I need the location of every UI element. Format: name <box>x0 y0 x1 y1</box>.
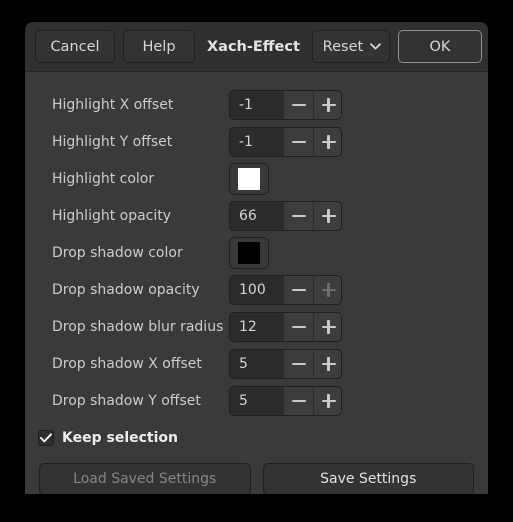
minus-icon <box>291 209 306 223</box>
dialog-title: Xach-Effect <box>207 38 300 55</box>
spin-value-input[interactable]: 100 <box>230 275 283 304</box>
spin-decrement-button[interactable] <box>283 349 313 378</box>
minus-icon <box>291 357 306 371</box>
load-saved-settings-button[interactable]: Load Saved Settings <box>39 463 251 494</box>
spin-value-input[interactable]: 12 <box>230 312 283 341</box>
plus-icon <box>321 97 336 112</box>
setting-row: Drop shadow Y offset 5 <box>39 382 474 419</box>
load-saved-settings-label: Load Saved Settings <box>73 471 217 487</box>
plus-icon <box>321 356 336 371</box>
spin-value-input[interactable]: -1 <box>230 127 283 156</box>
setting-row: Drop shadow blur radius 12 <box>39 308 474 345</box>
setting-row: Highlight Y offset -1 <box>39 123 474 160</box>
chevron-down-icon <box>370 43 382 50</box>
spin-value-input[interactable]: 5 <box>230 349 283 378</box>
color-swatch <box>238 241 260 264</box>
bottom-actions: Load Saved Settings Save Settings <box>25 453 488 494</box>
plus-icon <box>321 393 336 408</box>
spin-button: 100 <box>229 274 342 305</box>
spin-button: 5 <box>229 348 342 379</box>
spin-decrement-button[interactable] <box>283 127 313 156</box>
spin-value-input[interactable]: 66 <box>230 201 283 230</box>
setting-label: Drop shadow X offset <box>52 355 202 372</box>
spin-increment-button[interactable] <box>313 90 341 119</box>
color-swatch-button[interactable] <box>229 236 269 269</box>
spin-value-input[interactable]: -1 <box>230 90 283 119</box>
spin-increment-button[interactable] <box>313 201 341 230</box>
setting-row: Drop shadow color <box>39 234 474 271</box>
setting-label: Highlight opacity <box>52 207 172 224</box>
plus-icon <box>321 319 336 334</box>
spin-decrement-button[interactable] <box>283 386 313 415</box>
spin-button: -1 <box>229 126 342 157</box>
minus-icon <box>291 394 306 408</box>
spin-increment-button <box>313 275 341 304</box>
setting-row: Highlight color <box>39 160 474 197</box>
spin-increment-button[interactable] <box>313 386 341 415</box>
spin-decrement-button[interactable] <box>283 275 313 304</box>
save-settings-button[interactable]: Save Settings <box>262 463 474 494</box>
help-button-label: Help <box>142 38 176 55</box>
save-settings-label: Save Settings <box>320 471 417 487</box>
setting-row: Highlight X offset -1 <box>39 86 474 123</box>
ok-button-label: OK <box>429 38 451 55</box>
setting-label: Drop shadow opacity <box>52 281 200 298</box>
plus-icon <box>321 208 336 223</box>
color-swatch <box>238 167 260 190</box>
spin-increment-button[interactable] <box>313 349 341 378</box>
setting-row: Highlight opacity 66 <box>39 197 474 234</box>
spin-increment-button[interactable] <box>313 312 341 341</box>
plus-icon <box>321 282 336 297</box>
color-swatch-button[interactable] <box>229 162 269 195</box>
setting-label: Highlight Y offset <box>52 133 173 150</box>
setting-label: Highlight X offset <box>52 96 174 113</box>
dialog-header-bar: Cancel Help Xach-Effect Reset OK <box>25 22 488 72</box>
minus-icon <box>291 283 306 297</box>
reset-menu-button[interactable]: Reset <box>311 30 390 63</box>
keep-selection-checkbox[interactable] <box>38 430 54 446</box>
settings-list: Highlight X offset -1 Highlight Y offset -1… <box>25 86 488 419</box>
minus-icon <box>291 135 306 149</box>
xach-effect-dialog: Cancel Help Xach-Effect Reset OK Highlig… <box>25 22 488 494</box>
spin-increment-button[interactable] <box>313 127 341 156</box>
spin-button: 66 <box>229 200 342 231</box>
setting-label: Drop shadow color <box>52 244 183 261</box>
spin-decrement-button[interactable] <box>283 312 313 341</box>
minus-icon <box>291 98 306 112</box>
setting-label: Highlight color <box>52 170 155 187</box>
spin-button: -1 <box>229 89 342 120</box>
help-button[interactable]: Help <box>123 30 195 63</box>
plus-icon <box>321 134 336 149</box>
spin-value-input[interactable]: 5 <box>230 386 283 415</box>
setting-label: Drop shadow Y offset <box>52 392 201 409</box>
minus-icon <box>291 320 306 334</box>
spin-button: 5 <box>229 385 342 416</box>
setting-row: Drop shadow X offset 5 <box>39 345 474 382</box>
cancel-button[interactable]: Cancel <box>35 30 115 63</box>
keep-selection-row[interactable]: Keep selection <box>25 423 488 453</box>
keep-selection-label: Keep selection <box>62 430 178 446</box>
spin-decrement-button[interactable] <box>283 201 313 230</box>
dialog-content: Highlight X offset -1 Highlight Y offset -1… <box>25 72 488 494</box>
spin-decrement-button[interactable] <box>283 90 313 119</box>
setting-row: Drop shadow opacity 100 <box>39 271 474 308</box>
spin-button: 12 <box>229 311 342 342</box>
reset-button-label: Reset <box>322 38 364 55</box>
setting-label: Drop shadow blur radius <box>52 318 224 335</box>
ok-button[interactable]: OK <box>397 30 482 63</box>
cancel-button-label: Cancel <box>50 38 100 55</box>
